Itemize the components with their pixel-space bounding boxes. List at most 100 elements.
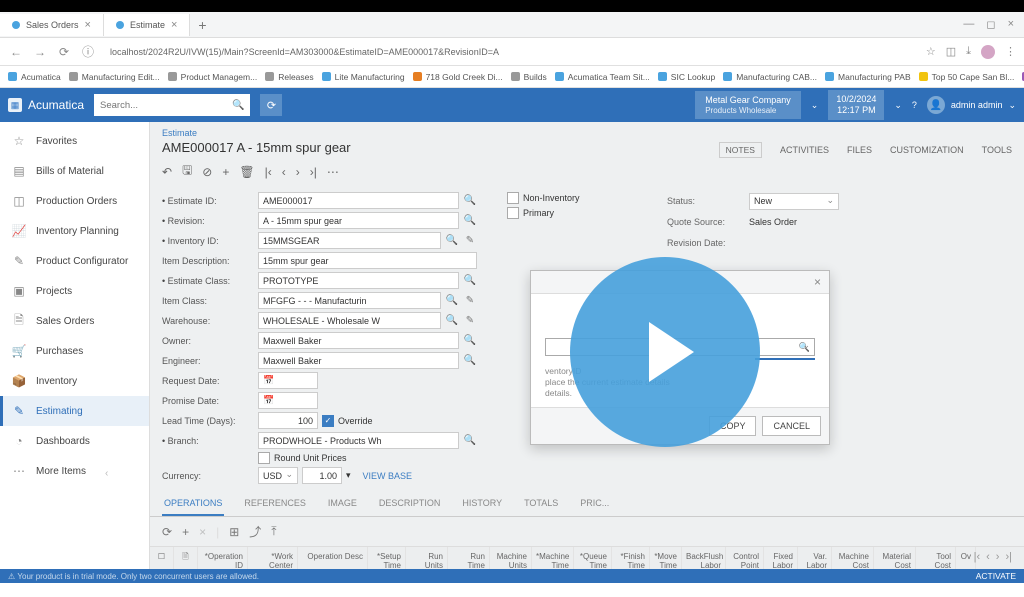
grid-add-icon[interactable]: + [182, 525, 189, 539]
grid-column-header[interactable]: *Work Center [248, 547, 298, 569]
grid-column-header[interactable]: Machine Cost [832, 547, 874, 569]
tab-pric[interactable]: PRIC... [578, 492, 611, 516]
bookmark[interactable]: 718 Gold Creek Di... [413, 72, 503, 82]
files-link[interactable]: FILES [847, 145, 872, 155]
sidebar-item-production-orders[interactable]: ◫Production Orders [0, 186, 149, 216]
search-icon[interactable]: 🔍 [463, 435, 477, 446]
more-icon[interactable]: ⋯ [327, 165, 339, 179]
menu-icon[interactable]: ⋮ [1005, 45, 1016, 59]
search-icon[interactable]: 🔍 [463, 275, 477, 286]
close-icon[interactable]: × [814, 275, 821, 289]
non-inventory-checkbox[interactable] [507, 192, 519, 204]
round-unit-checkbox[interactable] [258, 452, 270, 464]
breadcrumb[interactable]: Estimate [162, 122, 1012, 138]
inventory-id-input[interactable]: 15MMSGEAR [258, 232, 441, 249]
grid-upload-icon[interactable]: ⤒ [271, 524, 276, 539]
grid-column-header[interactable]: Machine Units [490, 547, 532, 569]
last-icon[interactable]: ›| [310, 165, 317, 179]
grid-last-icon[interactable]: ›| [1005, 551, 1012, 563]
undo-icon[interactable]: ↶ [162, 165, 172, 179]
grid-column-header[interactable]: *Move Time [650, 547, 682, 569]
browser-tab[interactable]: Sales Orders × [0, 14, 104, 36]
estimate-class-input[interactable]: PROTOTYPE [258, 272, 459, 289]
download-icon[interactable]: ⤓ [966, 45, 971, 59]
sidebar-item-product-configurator[interactable]: ✎Product Configurator [0, 246, 149, 276]
save-icon[interactable]: 🖫 [182, 161, 192, 182]
lead-time-input[interactable]: 100 [258, 412, 318, 429]
grid-column-header[interactable]: *Machine Time [532, 547, 574, 569]
grid-column-header[interactable]: *Queue Time [574, 547, 612, 569]
refresh-button[interactable]: ⟳ [260, 94, 282, 116]
bookmark[interactable]: Product Managem... [168, 72, 258, 82]
reload-icon[interactable]: ⟳ [56, 45, 72, 59]
tools-link[interactable]: TOOLS [982, 145, 1012, 155]
grid-refresh-icon[interactable]: ⟳ [162, 525, 172, 539]
search-icon[interactable]: 🔍 [463, 335, 477, 346]
bookmark[interactable]: Manufacturing CAB... [723, 72, 817, 82]
close-icon[interactable]: × [85, 19, 91, 31]
primary-checkbox[interactable] [507, 207, 519, 219]
bookmark[interactable]: Manufacturing PAB [825, 72, 911, 82]
search-icon[interactable]: 🔍 [445, 295, 459, 306]
grid-column-header[interactable]: Tool Cost [916, 547, 956, 569]
search-icon[interactable]: 🔍 [232, 100, 244, 111]
view-base-link[interactable]: VIEW BASE [363, 471, 413, 481]
warehouse-input[interactable]: WHOLESALE - Wholesale W [258, 312, 441, 329]
grid-column-header[interactable]: *Setup Time [368, 547, 406, 569]
bookmark[interactable]: Releases [265, 72, 313, 82]
cancel-icon[interactable]: ⊘ [202, 165, 212, 179]
edit-icon[interactable]: ✎ [463, 315, 477, 326]
new-tab-button[interactable]: + [190, 17, 214, 33]
grid-fit-icon[interactable]: ⊞ [229, 525, 239, 539]
grid-column-header[interactable]: *Finish Time [612, 547, 650, 569]
grid-checkbox-col[interactable]: ☐ [150, 547, 174, 569]
close-icon[interactable]: × [171, 19, 177, 31]
prev-icon[interactable]: ‹ [282, 165, 286, 179]
sidebar-item-estimating[interactable]: ✎Estimating [0, 396, 149, 426]
first-icon[interactable]: |‹ [265, 165, 272, 179]
bookmark[interactable]: Top 50 Cape San Bl... [919, 72, 1015, 82]
tab-operations[interactable]: OPERATIONS [162, 492, 224, 516]
tab-history[interactable]: HISTORY [460, 492, 504, 516]
grid-column-header[interactable]: Material Cost [874, 547, 916, 569]
search-field[interactable] [100, 100, 232, 111]
search-icon[interactable]: 🔍 [463, 195, 477, 206]
grid-note-col[interactable]: 🗎 [174, 547, 198, 569]
sidebar-item-purchases[interactable]: 🛒Purchases [0, 336, 149, 366]
grid-column-header[interactable]: BackFlush Labor [682, 547, 726, 569]
edit-icon[interactable]: ✎ [463, 295, 477, 306]
close-window-icon[interactable]: × [1008, 18, 1014, 31]
business-date[interactable]: 10/2/2024 12:17 PM [828, 90, 884, 120]
search-icon[interactable]: 🔍 [445, 315, 459, 326]
sidebar-item-inventory-planning[interactable]: 📈Inventory Planning [0, 216, 149, 246]
minimize-icon[interactable]: — [963, 18, 974, 31]
grid-column-header[interactable]: Fixed Labor Cost [764, 547, 798, 569]
star-icon[interactable]: ☆ [926, 45, 936, 59]
tab-image[interactable]: IMAGE [326, 492, 359, 516]
customization-link[interactable]: CUSTOMIZATION [890, 145, 964, 155]
extension-icon[interactable]: ◫ [946, 45, 956, 59]
grid-first-icon[interactable]: |‹ [974, 551, 981, 563]
branch-input[interactable]: PRODWHOLE - Products Wh [258, 432, 459, 449]
chevron-down-icon[interactable]: ⌄ [894, 100, 902, 111]
maximize-icon[interactable]: ◻ [986, 18, 995, 31]
grid-column-header[interactable]: Run Units [406, 547, 448, 569]
bookmark[interactable]: Lite Manufacturing [322, 72, 405, 82]
engineer-input[interactable]: Maxwell Baker [258, 352, 459, 369]
url-field[interactable]: localhost/2024R2U/IVW(15)/Main?ScreenId=… [104, 47, 918, 57]
sidebar-item-dashboards[interactable]: ◔Dashboards [0, 426, 149, 456]
delete-icon[interactable]: 🗑 [239, 165, 254, 179]
add-icon[interactable]: + [222, 165, 229, 179]
next-icon[interactable]: › [296, 165, 300, 179]
grid-prev-icon[interactable]: ‹ [986, 551, 990, 563]
bookmark[interactable]: Builds [511, 72, 547, 82]
tab-description[interactable]: DESCRIPTION [377, 492, 443, 516]
bookmark[interactable]: Acumatica [8, 72, 61, 82]
sidebar-item-bills-of-material[interactable]: ▤Bills of Material [0, 156, 149, 186]
bookmark[interactable]: Acumatica Team Sit... [555, 72, 650, 82]
info-icon[interactable]: ⓘ [80, 43, 96, 60]
bookmark[interactable]: Manufacturing Edit... [69, 72, 160, 82]
override-checkbox[interactable]: ✓ [322, 415, 334, 427]
company-selector[interactable]: Metal Gear Company Products Wholesale [695, 91, 801, 119]
grid-column-header[interactable]: Operation Desc [298, 547, 368, 569]
